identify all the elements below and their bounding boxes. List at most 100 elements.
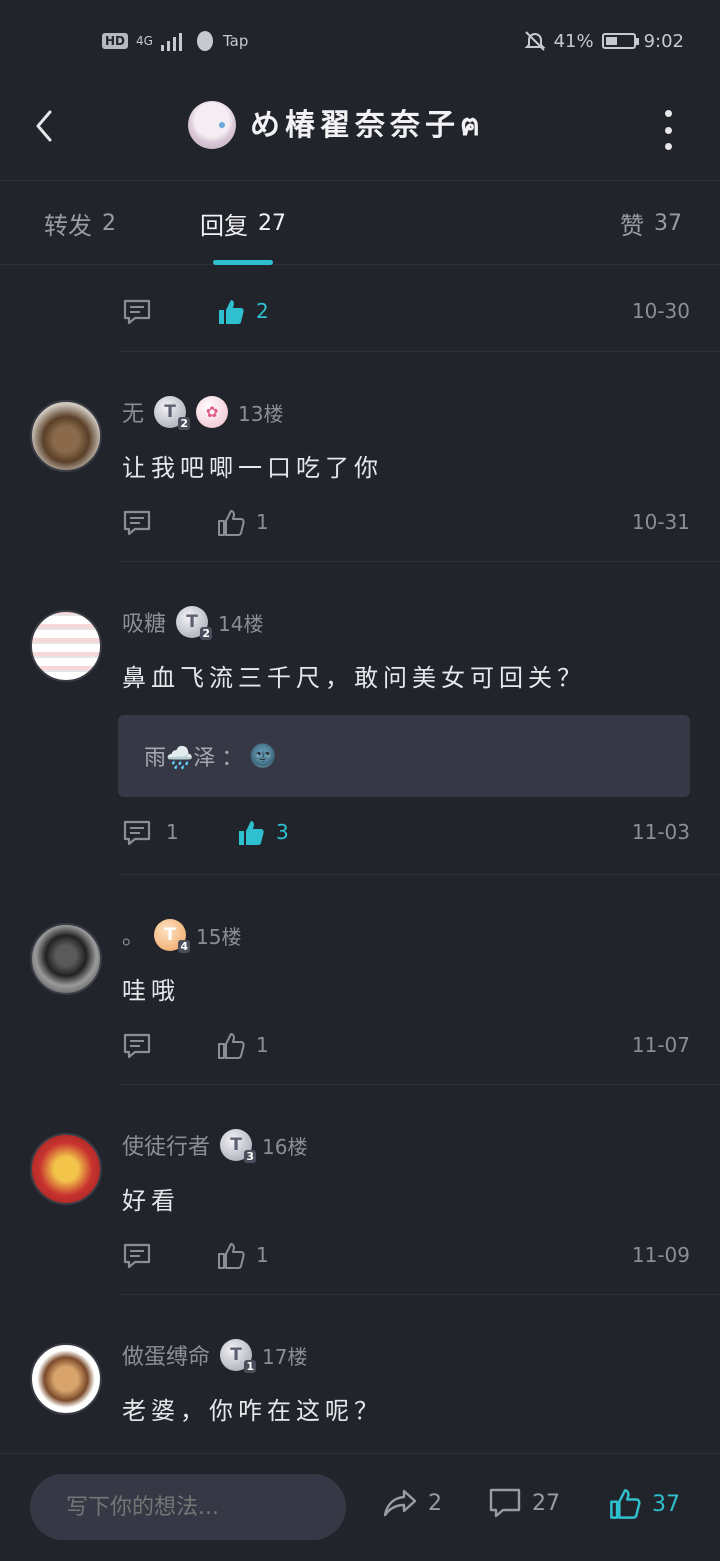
more-dot-icon [664, 126, 672, 134]
status-bar: HD 4G Tap 41% 9:02 [0, 0, 720, 84]
profile-title[interactable]: め椿翟奈奈子ฅ [188, 100, 485, 149]
floor-number: 16楼 [262, 1134, 308, 1159]
reply-date: 11-07 [631, 1033, 690, 1057]
username[interactable]: 吸糖 [122, 606, 166, 638]
battery-icon [601, 33, 639, 49]
like-count: 1 [256, 1243, 269, 1267]
likes-count: 37 [652, 1491, 680, 1517]
comments-count: 27 [532, 1490, 560, 1516]
reply-meta: 使徒行者 T3 16楼 [122, 1129, 308, 1163]
thumbs-up-icon[interactable] [216, 1031, 246, 1061]
reply-date: 10-31 [631, 510, 690, 534]
comment-input[interactable] [30, 1474, 346, 1540]
mute-bell-icon [524, 31, 545, 51]
hd-indicator: HD [102, 33, 129, 49]
network-indicator: 4G [136, 34, 153, 48]
level-badge-icon: T1 [220, 1339, 257, 1373]
level-badge-icon: T4 [154, 919, 191, 953]
username[interactable]: 。 [122, 919, 144, 951]
user-avatar[interactable] [30, 610, 102, 682]
username[interactable]: 使徒行者 [122, 1129, 210, 1161]
reply-content: 好看 [122, 1187, 180, 1215]
sub-reply-separator: ： [221, 746, 244, 771]
user-avatar[interactable] [30, 400, 102, 472]
floor-number: 15楼 [196, 924, 242, 949]
tab-label: 回复 [200, 212, 248, 240]
divider [120, 561, 720, 562]
more-dot-icon [664, 143, 672, 150]
tab-likes[interactable]: 赞 37 [620, 206, 682, 241]
thumbs-up-icon[interactable] [216, 508, 246, 538]
reply-date: 10-30 [631, 299, 690, 323]
comment-icon[interactable] [122, 297, 152, 327]
thumbs-up-icon[interactable] [216, 297, 246, 327]
share-count: 2 [428, 1490, 442, 1516]
like-count: 1 [256, 1033, 269, 1057]
comments-button[interactable]: 27 [488, 1487, 560, 1519]
username[interactable]: 做蛋缚命 [122, 1339, 210, 1371]
level-badge-icon: T2 [176, 606, 213, 640]
reply-date: 11-03 [631, 820, 690, 844]
back-button[interactable] [30, 104, 70, 148]
status-right: 41% 9:02 [524, 30, 684, 52]
comment-icon[interactable] [122, 508, 152, 538]
reply-content: 老婆，你咋在这呢？ [122, 1397, 383, 1425]
thumbs-up-icon [610, 1489, 641, 1519]
signal-icon [160, 33, 182, 51]
level-badge-icon: T2 [154, 396, 191, 430]
more-dot-icon [664, 110, 672, 117]
tab-replies[interactable]: 回复 27 [200, 206, 286, 241]
comment-icon[interactable] [122, 1031, 152, 1061]
reply-actions: 1 3 11-03 [122, 818, 690, 852]
more-menu-button[interactable] [656, 110, 680, 150]
divider [120, 874, 720, 875]
reply-actions: 1 10-31 [122, 508, 690, 542]
share-arrow-icon [383, 1489, 417, 1517]
floor-number: 17楼 [262, 1344, 308, 1369]
thumbs-up-icon[interactable] [216, 1241, 246, 1271]
comment-count: 1 [166, 820, 179, 844]
like-button[interactable]: 37 [608, 1487, 680, 1521]
top-bar: め椿翟奈奈子ฅ [0, 84, 720, 181]
battery-percent: 41% [553, 30, 594, 52]
reply-meta: 吸糖 T2 14楼 [122, 606, 264, 640]
chevron-left-icon [36, 110, 52, 142]
reply-meta: 做蛋缚命 T1 17楼 [122, 1339, 308, 1373]
tab-bar: 转发 2 回复 27 赞 37 [0, 180, 720, 265]
user-avatar[interactable] [30, 1133, 102, 1205]
reply-meta: 无 T2 ✿ 13楼 [122, 396, 284, 430]
comment-icon[interactable] [122, 1241, 152, 1271]
sub-reply-box[interactable]: 雨🌧️泽 ： 🌚 [118, 715, 690, 797]
floor-number: 13楼 [238, 401, 284, 426]
user-avatar[interactable] [30, 923, 102, 995]
tap-app-indicator: Tap [222, 32, 249, 50]
username[interactable]: 无 [122, 396, 144, 428]
user-avatar[interactable] [30, 1343, 102, 1415]
reply-content: 让我吧唧一口吃了你 [122, 454, 383, 482]
floor-number: 14楼 [218, 611, 264, 636]
reply-actions: 1 11-09 [122, 1241, 690, 1275]
reply-date: 11-09 [631, 1243, 690, 1267]
tab-count: 27 [258, 211, 286, 236]
tab-count: 2 [102, 211, 116, 236]
comment-icon[interactable] [122, 818, 152, 848]
tab-label: 转发 [44, 212, 92, 240]
thumbs-up-icon[interactable] [236, 818, 266, 848]
status-left: HD 4G Tap [102, 30, 248, 52]
sub-reply-text: 🌚 [249, 743, 277, 769]
sub-reply-author[interactable]: 雨🌧️泽 [144, 740, 215, 772]
tab-label: 赞 [620, 212, 644, 240]
divider [120, 1294, 720, 1295]
reply-content: 哇哦 [122, 977, 180, 1005]
tab-repost[interactable]: 转发 2 [44, 206, 116, 241]
author-avatar[interactable] [188, 100, 236, 149]
reply-meta: 。 T4 15楼 [122, 919, 242, 953]
bottom-action-bar: 2 27 37 [0, 1453, 720, 1561]
like-count: 2 [256, 299, 269, 323]
divider [120, 1084, 720, 1085]
divider [120, 351, 720, 352]
reply-actions: 1 11-07 [122, 1031, 690, 1065]
share-button[interactable]: 2 [382, 1487, 442, 1519]
like-count: 1 [256, 510, 269, 534]
reply-content: 鼻血飞流三千尺，敢问美女可回关？ [122, 664, 586, 692]
